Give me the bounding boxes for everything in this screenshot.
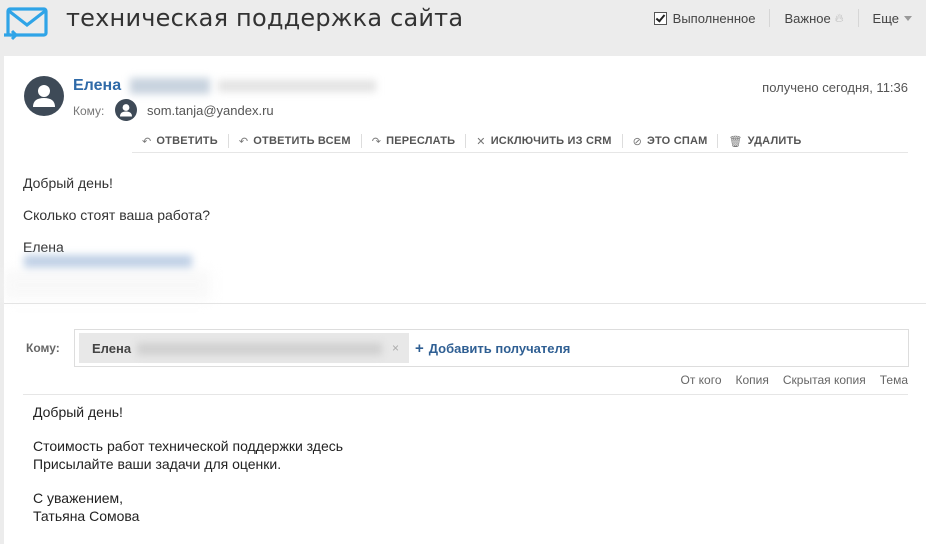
- divider: [465, 134, 467, 148]
- reply-button[interactable]: ↶ ОТВЕТИТЬ: [142, 135, 218, 148]
- delete-button[interactable]: 🗑 УДАЛИТЬ: [728, 135, 801, 148]
- divider: [857, 9, 859, 27]
- compose-regards[interactable]: С уважением,: [33, 490, 123, 506]
- add-recipient-button[interactable]: + Добавить получателя: [415, 340, 570, 357]
- top-bar: техническая поддержка сайта Выполненное …: [0, 0, 926, 52]
- divider: [227, 134, 229, 148]
- recipient-address: som.tanja@yandex.ru: [147, 103, 274, 118]
- recipient-chip[interactable]: Елена ×: [79, 333, 409, 363]
- divider: [717, 134, 719, 148]
- chevron-down-icon: [904, 15, 912, 21]
- exclude-crm-label: ИСКЛЮЧИТЬ ИЗ CRM: [490, 135, 612, 147]
- spam-button[interactable]: ⊘ ЭТО СПАМ: [633, 135, 708, 148]
- spam-label: ЭТО СПАМ: [647, 135, 708, 147]
- plus-icon: +: [415, 340, 424, 357]
- add-recipient-label: Добавить получателя: [428, 341, 571, 356]
- done-toggle[interactable]: Выполненное: [653, 10, 756, 26]
- divider: [769, 9, 771, 27]
- reply-all-label: ОТВЕТИТЬ ВСЕМ: [253, 135, 351, 147]
- message-panel: Елена получено сегодня, 11:36 Кому: som.…: [4, 56, 926, 544]
- signature-email-redacted: [24, 255, 192, 269]
- more-menu-button[interactable]: Еще: [873, 11, 912, 26]
- close-icon: ✕: [476, 135, 486, 148]
- user-icon: [33, 85, 55, 107]
- important-label: Важное: [784, 10, 831, 26]
- compose-name[interactable]: Татьяна Сомова: [33, 508, 139, 524]
- divider: [360, 134, 362, 148]
- received-time: получено сегодня, 11:36: [762, 80, 908, 95]
- flame-icon: 🔥︎: [834, 10, 844, 25]
- more-label: Еще: [872, 10, 899, 26]
- done-label: Выполненное: [672, 10, 756, 26]
- sender-avatar: [24, 76, 64, 116]
- compose-fields: От кого Копия Скрытая копия Тема: [667, 373, 909, 387]
- from-field-link[interactable]: От кого: [681, 373, 722, 387]
- reply-all-button[interactable]: ↶ ОТВЕТИТЬ ВСЕМ: [239, 135, 351, 148]
- sender-name[interactable]: Елена: [73, 77, 121, 95]
- done-checkbox[interactable]: [653, 11, 667, 25]
- message-greeting: Добрый день!: [23, 175, 113, 191]
- message-question: Сколько стоят ваша работа?: [23, 207, 211, 223]
- delete-label: УДАЛИТЬ: [747, 135, 802, 147]
- bcc-field-link[interactable]: Скрытая копия: [783, 373, 866, 387]
- compose-line-1[interactable]: Стоимость работ технической поддержки зд…: [33, 438, 343, 454]
- forward-button[interactable]: ↷ ПЕРЕСЛАТЬ: [372, 135, 456, 148]
- recipient-chip-redacted: [137, 343, 382, 355]
- message-signature: Елена: [23, 239, 64, 255]
- compose-greeting[interactable]: Добрый день!: [33, 404, 123, 420]
- compose-line-2[interactable]: Присылайте ваши задачи для оценки.: [33, 456, 281, 472]
- reply-all-icon: ↶: [238, 135, 249, 148]
- section-divider: [4, 303, 926, 304]
- recipient-input[interactable]: Елена × + Добавить получателя: [74, 329, 909, 367]
- reply-icon: ↶: [142, 135, 152, 148]
- recipient-chip-name: Елена: [92, 341, 132, 356]
- sender-email-redacted: [218, 80, 376, 92]
- mail-logo-icon: [4, 7, 48, 41]
- to-label: Кому:: [73, 104, 105, 118]
- subject-field-link[interactable]: Тема: [880, 373, 908, 387]
- compose-to-label: Кому:: [26, 341, 60, 355]
- exclude-crm-button[interactable]: ✕ ИСКЛЮЧИТЬ ИЗ CRM: [476, 135, 611, 148]
- trash-icon: 🗑: [728, 135, 743, 148]
- recipient-avatar: [115, 99, 137, 121]
- cc-field-link[interactable]: Копия: [736, 373, 769, 387]
- divider: [621, 134, 623, 148]
- forward-icon: ↷: [371, 135, 382, 148]
- top-actions: Выполненное Важное 🔥︎ Еще: [653, 9, 912, 27]
- remove-recipient-icon[interactable]: ×: [392, 341, 399, 355]
- forward-label: ПЕРЕСЛАТЬ: [386, 135, 456, 147]
- block-icon: ⊘: [632, 135, 643, 148]
- compose-divider: [23, 394, 908, 395]
- redaction-shade: [4, 270, 210, 300]
- reply-label: ОТВЕТИТЬ: [156, 135, 218, 147]
- page-title: техническая поддержка сайта: [66, 4, 464, 32]
- message-actions: ↶ ОТВЕТИТЬ ↶ ОТВЕТИТЬ ВСЕМ ↷ ПЕРЕСЛАТЬ ✕…: [132, 130, 908, 153]
- user-icon: [120, 104, 132, 117]
- sender-surname-redacted: [130, 78, 210, 94]
- important-toggle[interactable]: Важное 🔥︎: [784, 11, 843, 26]
